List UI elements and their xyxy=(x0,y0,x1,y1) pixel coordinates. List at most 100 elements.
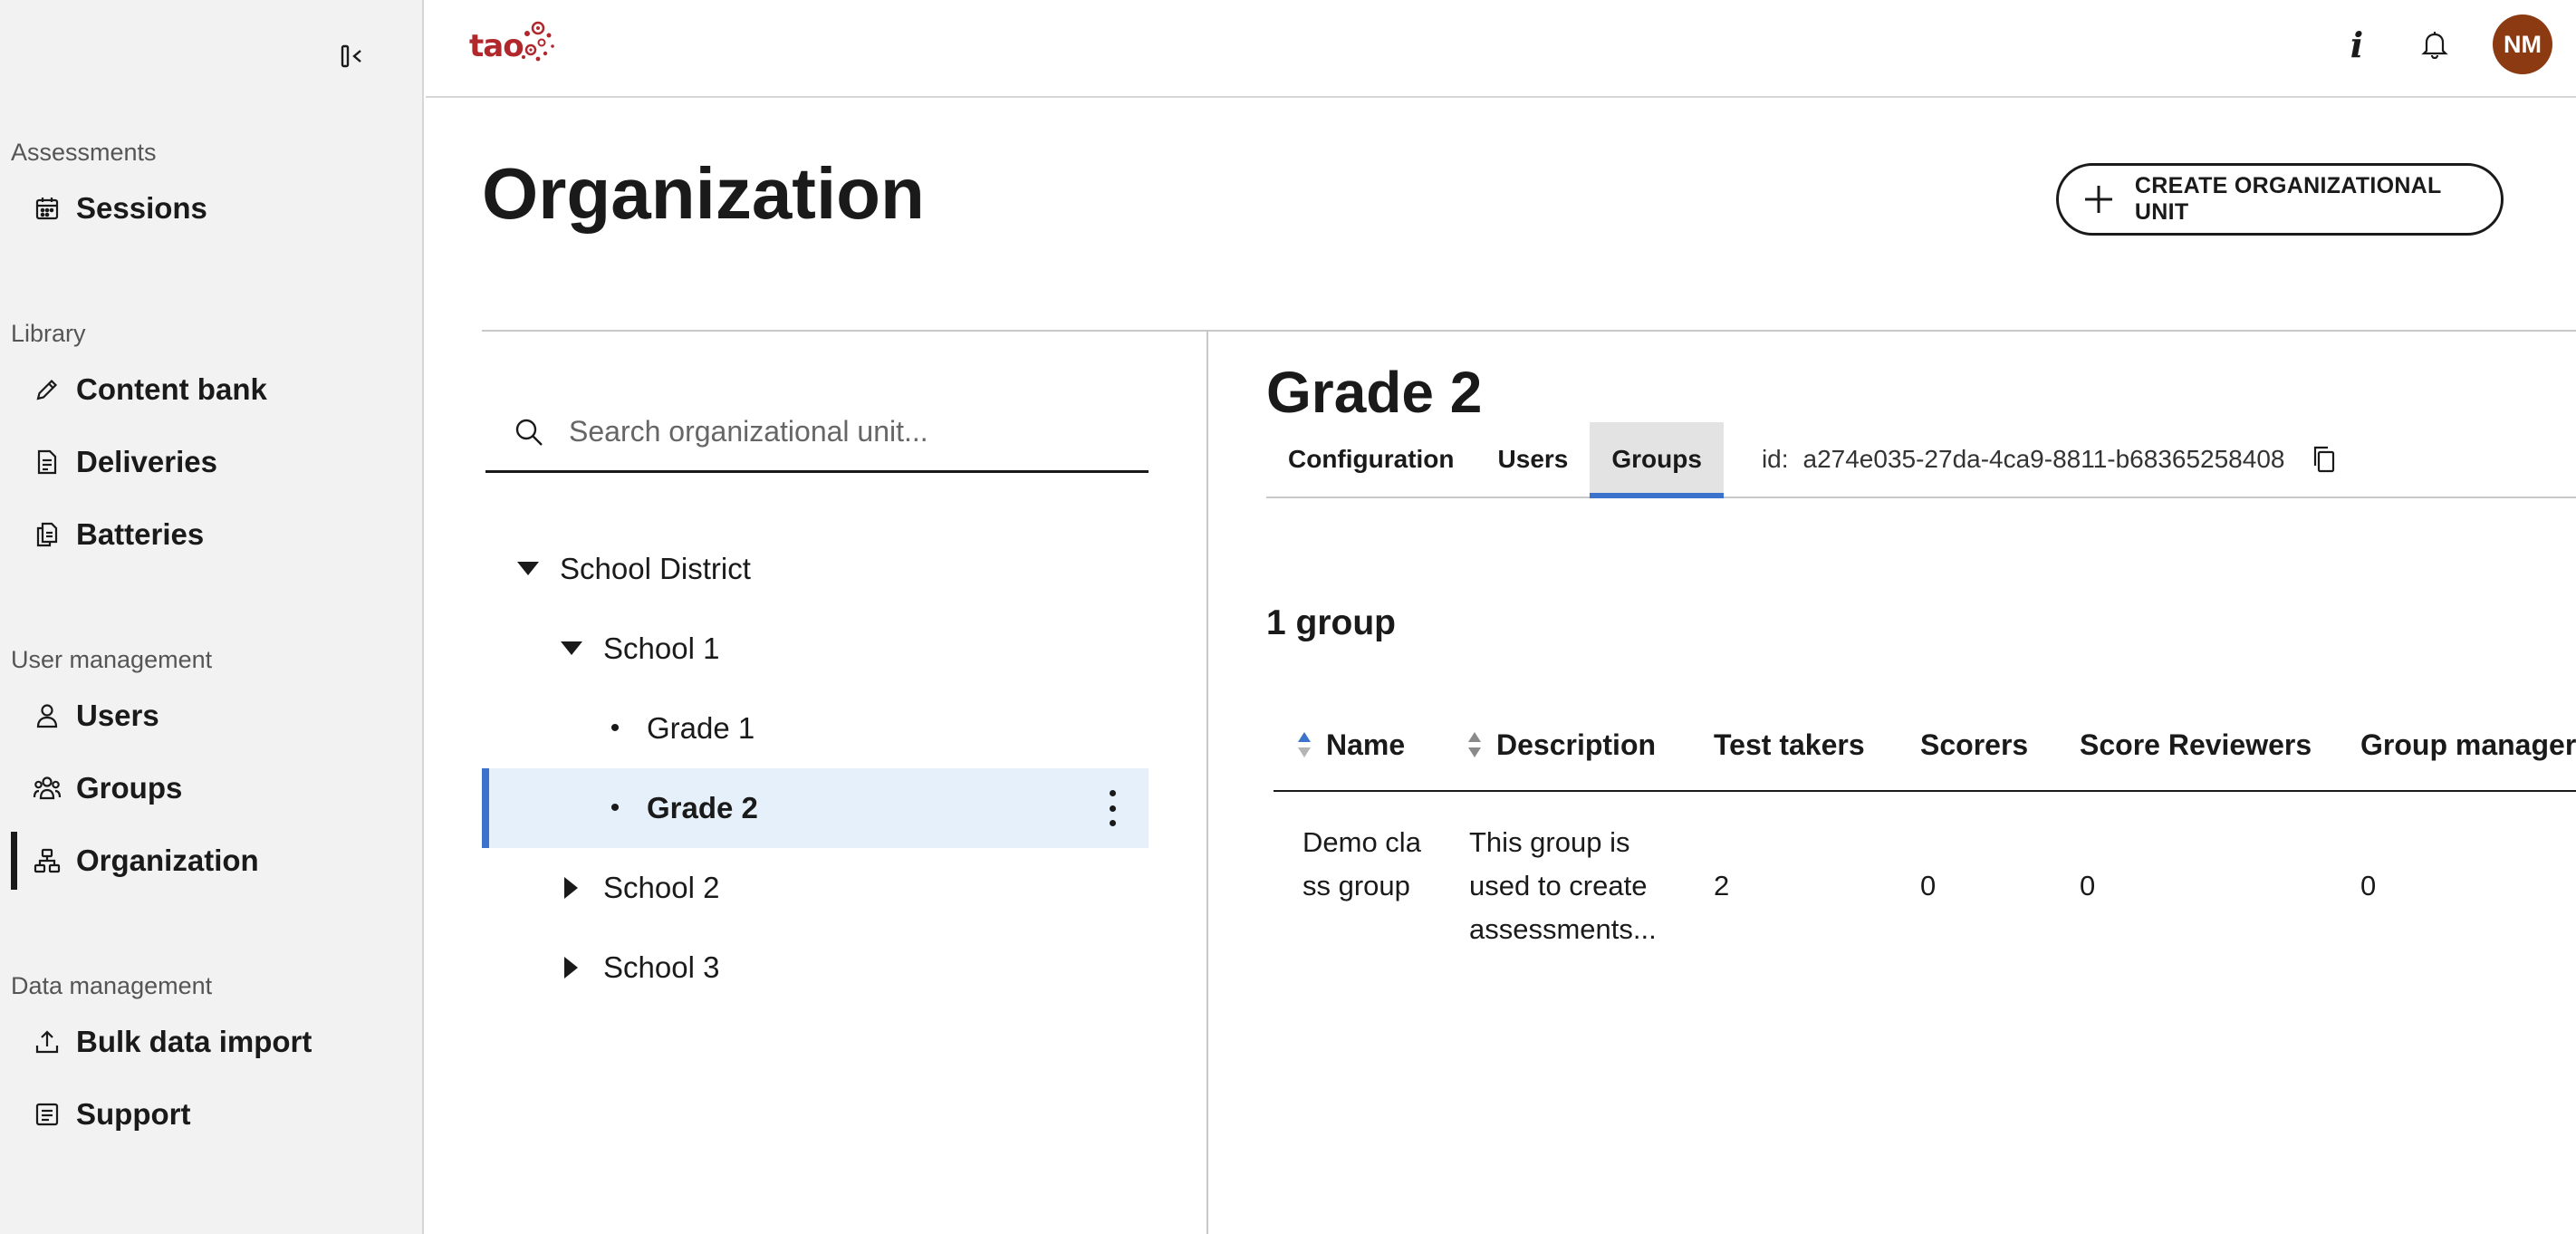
tree-item-grade-1[interactable]: • Grade 1 xyxy=(482,689,1149,768)
tab-users[interactable]: Users xyxy=(1476,422,1591,496)
avatar[interactable]: NM xyxy=(2493,14,2552,74)
sidebar-item-sessions[interactable]: Sessions xyxy=(0,172,424,245)
cell-score-reviewers: 0 xyxy=(2080,870,2096,901)
collapse-sidebar-button[interactable] xyxy=(337,40,373,72)
sidebar-item-deliveries[interactable]: Deliveries xyxy=(0,426,424,498)
tree-item-school-3[interactable]: School 3 xyxy=(482,928,1149,1007)
sidebar-item-label: Content bank xyxy=(76,372,267,406)
top-bar-actions: i NM xyxy=(2337,13,2552,76)
id-label: id: xyxy=(1761,445,1789,473)
collapse-sidebar-icon xyxy=(341,44,361,68)
nav-section-label: User management xyxy=(11,646,213,673)
column-header-scorers[interactable]: Scorers xyxy=(1920,698,2028,792)
sidebar-item-batteries[interactable]: Batteries xyxy=(0,498,424,571)
caret-right-icon[interactable] xyxy=(558,874,585,901)
sidebar-item-organization[interactable]: Organization xyxy=(0,824,424,897)
sidebar-item-label: Deliveries xyxy=(76,445,217,478)
org-unit-tree: School District School 1 • Grade 1 • Gra… xyxy=(482,529,1149,1007)
column-header-label: Description xyxy=(1496,728,1657,761)
tab-configuration[interactable]: Configuration xyxy=(1266,422,1476,496)
nav-section-label: Data management xyxy=(11,972,213,999)
tree-item-label: School 3 xyxy=(603,950,720,984)
caret-right-icon[interactable] xyxy=(558,954,585,981)
tree-item-label: School District xyxy=(560,552,751,585)
search-input[interactable] xyxy=(569,415,1112,448)
info-icon[interactable]: i xyxy=(2337,24,2377,65)
document-stack-icon xyxy=(33,520,62,549)
caret-down-icon[interactable] xyxy=(558,635,585,662)
sidebar-item-content-bank[interactable]: Content bank xyxy=(0,353,424,426)
tree-item-school-district[interactable]: School District xyxy=(482,529,1149,609)
more-options-icon[interactable] xyxy=(1103,790,1121,826)
sidebar: Assessments Sessions Library Content ban… xyxy=(0,0,424,1234)
cell-test-takers: 2 xyxy=(1714,870,1730,901)
column-header-name[interactable]: Name xyxy=(1295,698,1405,792)
column-header-description[interactable]: Description xyxy=(1466,698,1656,792)
nav-section-library: Library Content bank Deliveries Batterie… xyxy=(0,313,424,571)
sidebar-item-label: Support xyxy=(76,1097,191,1131)
bullet-icon: • xyxy=(610,793,620,823)
tree-item-label: Grade 2 xyxy=(647,791,758,824)
tree-item-grade-2[interactable]: • Grade 2 xyxy=(482,768,1149,848)
upload-icon xyxy=(33,1027,62,1056)
page-title: Organization xyxy=(482,153,925,234)
sidebar-item-label: Bulk data import xyxy=(76,1025,312,1058)
column-divider xyxy=(1206,330,1208,1234)
column-header-score-reviewers[interactable]: Score Reviewers xyxy=(2080,698,2312,792)
sidebar-item-label: Groups xyxy=(76,771,183,805)
nav-section-data-management: Data management Bulk data import Support xyxy=(0,966,424,1151)
nav-section-user-management: User management Users Groups Organizatio… xyxy=(0,640,424,897)
caret-down-icon[interactable] xyxy=(514,555,542,583)
top-bar: tao i NM xyxy=(426,0,2576,98)
org-chart-icon xyxy=(33,846,62,875)
search-box xyxy=(485,393,1149,473)
plus-icon xyxy=(2082,183,2115,216)
sort-ascending-icon[interactable] xyxy=(1295,729,1313,760)
bell-icon[interactable] xyxy=(2415,24,2455,64)
detail-tabs: Configuration Users Groups id: a274e035-… xyxy=(1266,422,2576,498)
table-row[interactable]: Demo class group This group is used to c… xyxy=(1274,792,2576,964)
cell-scorers: 0 xyxy=(1920,870,1937,901)
cell-description: This group is used to create assessments… xyxy=(1469,826,1657,945)
column-header-label: Name xyxy=(1326,728,1406,761)
sidebar-item-groups[interactable]: Groups xyxy=(0,752,424,824)
nav-section-label: Assessments xyxy=(11,139,157,166)
id-value: a274e035-27da-4ca9-8811-b68365258408 xyxy=(1802,445,2285,473)
tree-item-school-1[interactable]: School 1 xyxy=(482,609,1149,689)
document-list-icon xyxy=(33,448,62,477)
detail-title: Grade 2 xyxy=(1266,360,1483,425)
tree-item-school-2[interactable]: School 2 xyxy=(482,848,1149,928)
table-header: Name Description Test takers Scorers Sco… xyxy=(1274,698,2576,792)
header-divider xyxy=(482,330,2576,332)
nav-section-label: Library xyxy=(11,320,86,347)
column-header-test-takers[interactable]: Test takers xyxy=(1714,698,1865,792)
sidebar-item-bulk-data-import[interactable]: Bulk data import xyxy=(0,1006,424,1078)
user-icon xyxy=(33,701,62,730)
logo-dots-icon xyxy=(521,21,554,62)
sidebar-item-users[interactable]: Users xyxy=(0,680,424,752)
tao-logo[interactable]: tao xyxy=(469,16,560,76)
copy-icon[interactable] xyxy=(2308,443,2341,476)
sidebar-item-label: Users xyxy=(76,699,159,732)
users-icon xyxy=(33,774,62,803)
group-count: 1 group xyxy=(1266,603,1396,642)
tab-groups[interactable]: Groups xyxy=(1590,422,1724,498)
tree-item-label: School 2 xyxy=(603,871,720,904)
nav-section-assessments: Assessments Sessions xyxy=(0,132,424,245)
groups-table: Name Description Test takers Scorers Sco… xyxy=(1274,698,2576,964)
support-document-icon xyxy=(33,1100,62,1129)
sidebar-item-label: Batteries xyxy=(76,517,205,551)
sidebar-item-label: Organization xyxy=(76,844,259,877)
pencil-icon xyxy=(33,375,62,404)
tree-item-label: Grade 1 xyxy=(647,711,755,745)
sort-icon[interactable] xyxy=(1466,729,1484,760)
search-icon xyxy=(511,414,547,450)
cell-name[interactable]: Demo class group xyxy=(1302,821,1429,908)
sidebar-item-support[interactable]: Support xyxy=(0,1078,424,1151)
create-organizational-unit-button[interactable]: CREATE ORGANIZATIONAL UNIT xyxy=(2056,163,2504,236)
tree-item-label: School 1 xyxy=(603,631,720,665)
sidebar-item-label: Sessions xyxy=(76,191,207,225)
bullet-icon: • xyxy=(610,713,620,743)
column-header-group-managers[interactable]: Group managers xyxy=(2360,698,2576,792)
cell-group-managers: 0 xyxy=(2360,870,2377,901)
